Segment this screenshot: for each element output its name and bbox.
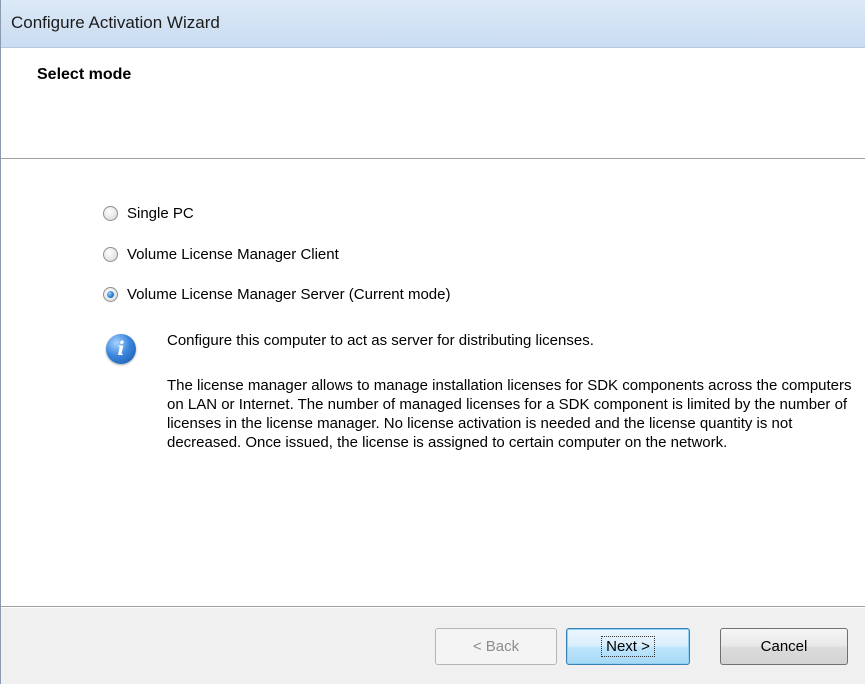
title-bar[interactable]: Configure Activation Wizard	[1, 0, 865, 48]
radio-vlm-client[interactable]	[103, 246, 118, 262]
mode-vlm-client[interactable]: Volume License Manager Client	[103, 243, 339, 265]
back-button[interactable]: < Back	[435, 628, 557, 665]
radio-vlm-server[interactable]	[103, 286, 118, 302]
wizard-footer: < Back Next > Cancel	[1, 608, 865, 684]
next-button[interactable]: Next >	[566, 628, 690, 665]
mode-label: Volume License Manager Server (Current m…	[127, 285, 451, 303]
back-button-label: < Back	[472, 638, 520, 655]
mode-label: Single PC	[127, 204, 194, 222]
mode-label: Volume License Manager Client	[127, 245, 339, 263]
window-title: Configure Activation Wizard	[11, 13, 220, 32]
cancel-button[interactable]: Cancel	[720, 628, 848, 665]
info-icon: i	[106, 334, 136, 364]
mode-single-pc[interactable]: Single PC	[103, 202, 194, 224]
wizard-header: Select mode	[1, 48, 865, 158]
description-title: Configure this computer to act as server…	[167, 332, 594, 349]
wizard-window: Configure Activation Wizard Select mode …	[0, 0, 865, 684]
description-body: The license manager allows to manage ins…	[167, 377, 852, 451]
radio-single-pc[interactable]	[103, 205, 118, 221]
page-heading: Select mode	[37, 66, 132, 83]
cancel-button-label: Cancel	[760, 638, 808, 655]
mode-vlm-server[interactable]: Volume License Manager Server (Current m…	[103, 283, 450, 305]
next-button-label: Next >	[601, 636, 655, 657]
